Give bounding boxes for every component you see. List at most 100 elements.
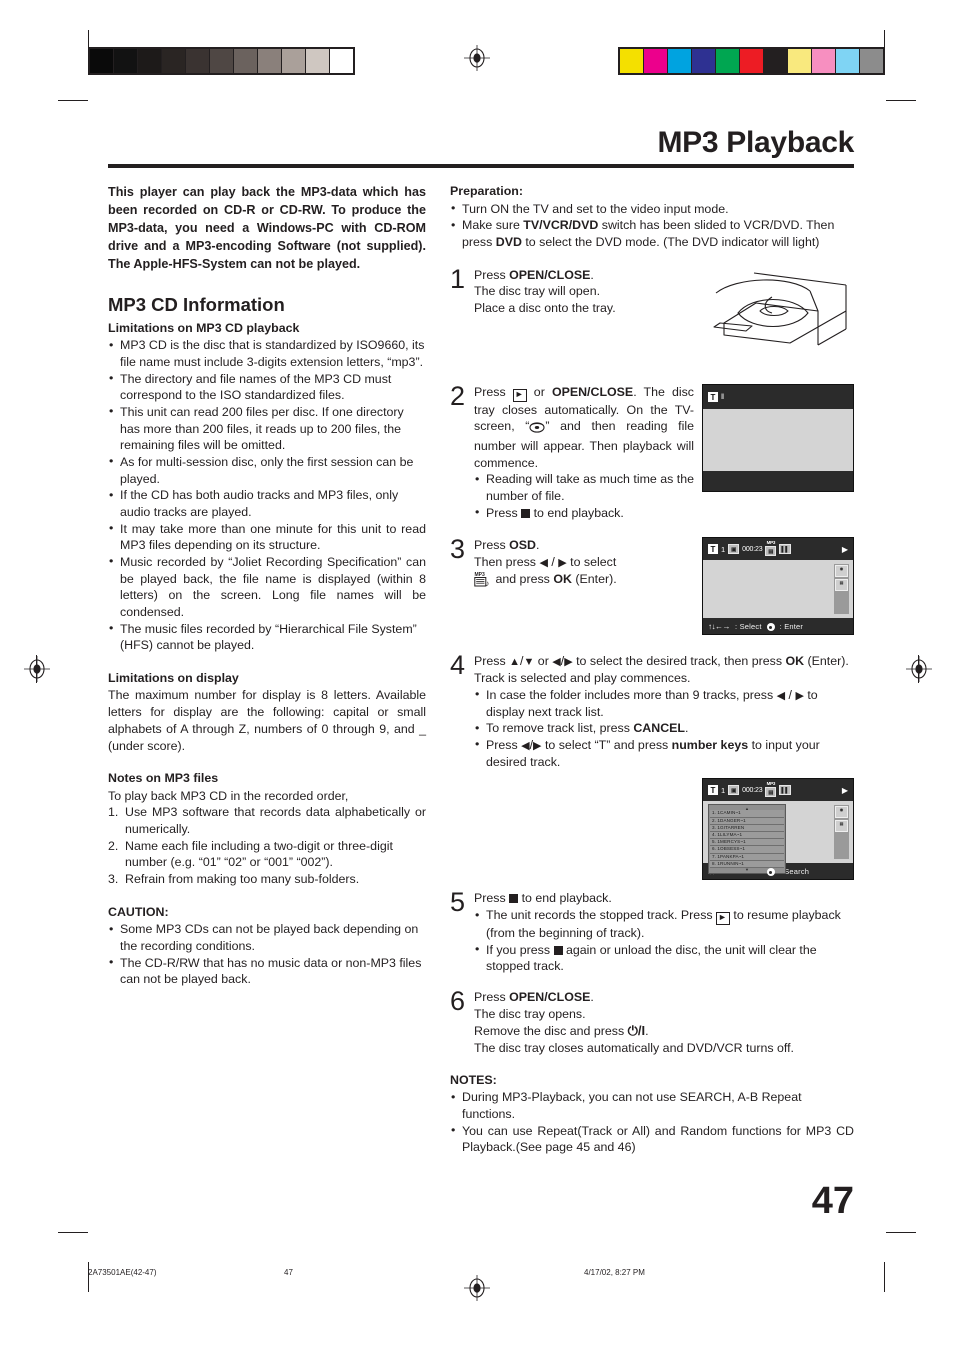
title-badge-icon: T: [708, 391, 718, 402]
enter-button-icon: [766, 868, 775, 877]
step-text: Press OPEN/CLOSE. The disc tray opens. Rem…: [474, 990, 794, 1056]
page-content: MP3 Playback This player can play back t…: [108, 128, 854, 1156]
step-number: 3: [450, 534, 466, 565]
color-swatch-4: [716, 49, 740, 73]
list-item: In case the folder includes more than 9 …: [474, 686, 854, 720]
list-caution: Some MP3 CDs can not be played back depe…: [108, 921, 426, 988]
osd-action-label: : Enter: [779, 621, 804, 631]
step-number: 5: [450, 887, 466, 918]
chapter-icon: ▣: [728, 785, 740, 796]
osd-icon-sidebar[interactable]: ◉ ▤: [834, 564, 849, 615]
osd-select-label: : Select: [735, 621, 762, 631]
list-item: Use MP3 software that records data alpha…: [108, 804, 426, 837]
list-item: The directory and file names of the MP3 …: [108, 370, 426, 404]
up-arrow-icon: ▲: [509, 656, 521, 669]
step-4: 4 Press ▲/▼ or ◀/▶ to select the desired…: [450, 650, 854, 881]
color-swatch-9: [836, 49, 860, 73]
step-4-bullets: In case the folder includes more than 9 …: [474, 686, 854, 771]
list-item[interactable]: 1. 1CAMIN~1: [710, 810, 784, 818]
angle-icon[interactable]: ◉: [835, 806, 848, 819]
list-item[interactable]: 5. 1MERCYS~1: [710, 839, 784, 847]
mp3-label: MP3: [766, 539, 776, 545]
grayscale-swatch-2: [138, 49, 162, 73]
osd-elapsed-time: 000:23: [742, 786, 763, 794]
list-item: To remove track list, press CANCEL.: [474, 720, 854, 737]
heading-limitations-on-display: Limitations on display: [108, 670, 239, 685]
registration-target-top: [464, 45, 490, 71]
mp3-file-icon: ▤: [765, 545, 777, 556]
step-number: 1: [450, 263, 466, 294]
list-item: MP3 CD is the disc that is standardized …: [108, 337, 426, 370]
play-icon: ▶: [841, 785, 848, 795]
list-item[interactable]: 3. 1GITARREN: [710, 824, 784, 833]
track-list[interactable]: ▲ 1. 1CAMIN~1 2. 1DANGER~1 3. 1GITARREN …: [708, 804, 786, 875]
list-item: The unit records the stopped track. Pres…: [474, 907, 854, 942]
list-item[interactable]: 7. 1PANKPA~1: [710, 853, 784, 861]
section-title-mp3-cd-information: MP3 CD Information: [108, 294, 285, 316]
grayscale-swatch-7: [258, 49, 282, 73]
crop-mark-bottom-right-vertical: [884, 1262, 885, 1292]
mp3-format-icon: MP3 ▤: [765, 781, 777, 797]
footer-timestamp: 4/17/02, 8:27 PM: [584, 1268, 645, 1277]
color-swatch-3: [692, 49, 716, 73]
mp3-list-icon[interactable]: ▤: [835, 820, 848, 833]
step-number: 6: [450, 986, 466, 1017]
list-item: The CD-R/RW that has no music data or no…: [108, 954, 426, 988]
list-item: It may take more than one minute for thi…: [108, 520, 426, 554]
list-preparation: Turn ON the TV and set to the video inpu…: [450, 200, 854, 251]
crop-mark-left-top-horizontal: [58, 100, 88, 101]
heading-preparation: Preparation:: [450, 184, 523, 198]
list-item: Refrain from making too many sub-folders…: [108, 871, 360, 887]
crop-mark-right-top-horizontal: [886, 100, 916, 101]
grayscale-swatch-0: [90, 49, 114, 73]
mp3-format-icon: MP3 ▤: [765, 539, 777, 556]
two-column-layout: This player can play back the MP3-data w…: [108, 184, 854, 1156]
angle-icon[interactable]: ◉: [835, 565, 848, 578]
down-arrow-icon: ▼: [523, 656, 535, 669]
osd-status-indicator: ‖: [721, 392, 725, 402]
osd-video-area: [703, 408, 853, 471]
osd-status-bar: T 1 ▣ 000:23 MP3 ▤ ▌▌ ▶: [703, 779, 853, 801]
title-badge-icon: T: [708, 544, 718, 555]
left-arrow-icon: ◀: [552, 656, 561, 669]
list-item: Turn ON the TV and set to the video inpu…: [450, 200, 854, 218]
list-item[interactable]: 2. 1DANGER~1: [710, 817, 784, 825]
footer-page-number: 47: [284, 1268, 293, 1277]
heading-limitations-on-playback: Limitations on MP3 CD playback: [108, 320, 300, 335]
grayscale-swatch-10: [330, 49, 353, 73]
color-swatch-0: [620, 49, 644, 73]
audio-icon: ▌▌: [779, 785, 792, 796]
step-text: Press ▲/▼ or ◀/▶ to select the desired t…: [474, 654, 849, 686]
step-text: Press ► or OPEN/CLOSE. The disc tray clo…: [474, 384, 694, 470]
list-item[interactable]: 6. 1OBSESS~1: [710, 846, 784, 854]
step-number: 4: [450, 650, 466, 681]
step-text: Press to end playback.: [474, 891, 612, 906]
right-arrow-icon: ▶: [558, 557, 567, 570]
stop-icon: [553, 945, 563, 955]
osd-title-number: 1: [721, 544, 726, 554]
step-text: Press OPEN/CLOSE. The disc tray will open…: [474, 267, 616, 316]
list-item: Make sure TV/VCR/DVD switch has been sli…: [450, 217, 854, 250]
right-arrow-icon: ▶: [564, 656, 573, 669]
color-swatch-8: [812, 49, 836, 73]
mp3-list-icon[interactable]: ▤: [835, 579, 848, 592]
left-column: This player can play back the MP3-data w…: [108, 184, 426, 988]
notes-block: NOTES: During MP3-Playback, you can not …: [450, 1073, 854, 1156]
mp3-file-icon: ▤: [765, 786, 777, 797]
osd-footer-bar: [703, 471, 853, 491]
list-item[interactable]: 4. 1LILYMA~1: [710, 832, 784, 840]
grayscale-swatch-1: [114, 49, 138, 73]
disc-icon: [529, 421, 545, 438]
osd-icon-sidebar[interactable]: ◉ ▤: [834, 805, 849, 860]
list-item: As for multi-session disc, only the firs…: [108, 453, 426, 487]
grayscale-swatch-8: [282, 49, 306, 73]
color-swatch-2: [668, 49, 692, 73]
osd-screen-menu: T 1 ▣ 000:23 MP3 ▤ ▌▌ ▶ ◉ ▤ ↑↓←→: Selec…: [702, 537, 854, 636]
step-5-bullets: The unit records the stopped track. Pres…: [474, 907, 854, 975]
color-swatch-1: [644, 49, 668, 73]
list-item: Some MP3 CDs can not be played back depe…: [108, 921, 426, 954]
stop-icon: [521, 508, 531, 518]
page-title: MP3 Playback: [657, 126, 854, 159]
osd-video-area: ◉ ▤: [703, 560, 853, 619]
text-limitations-on-display: The maximum number for display is 8 lett…: [108, 688, 426, 753]
